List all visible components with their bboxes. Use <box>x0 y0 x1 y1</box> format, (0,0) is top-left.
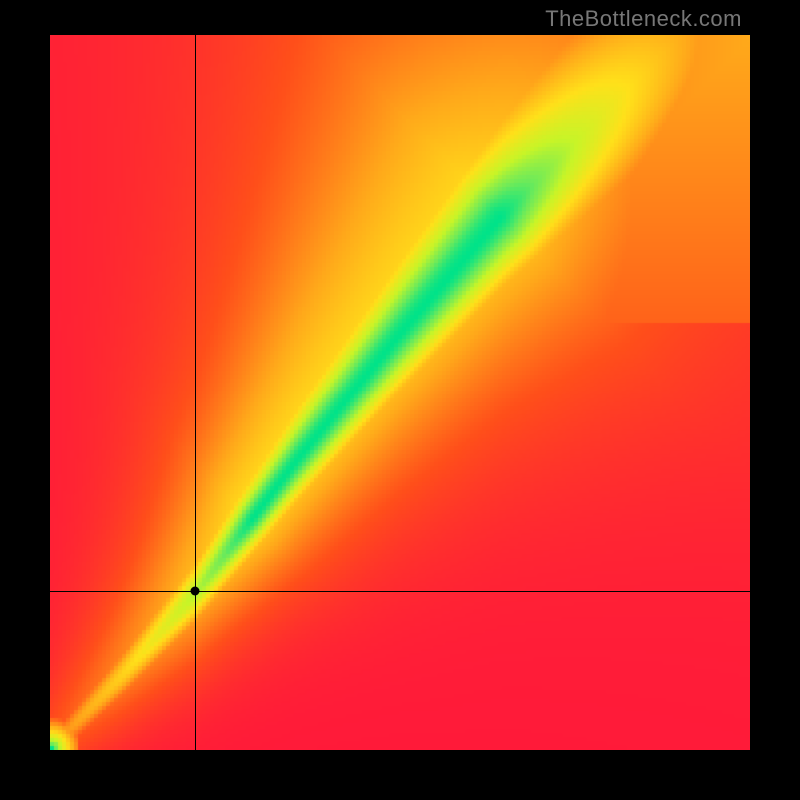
crosshair-horizontal <box>50 591 750 592</box>
chart-container: TheBottleneck.com <box>0 0 800 800</box>
attribution-label: TheBottleneck.com <box>545 6 742 32</box>
plot-area <box>50 35 750 750</box>
heatmap-canvas <box>50 35 750 750</box>
data-point-marker <box>190 587 199 596</box>
crosshair-vertical <box>195 35 196 750</box>
